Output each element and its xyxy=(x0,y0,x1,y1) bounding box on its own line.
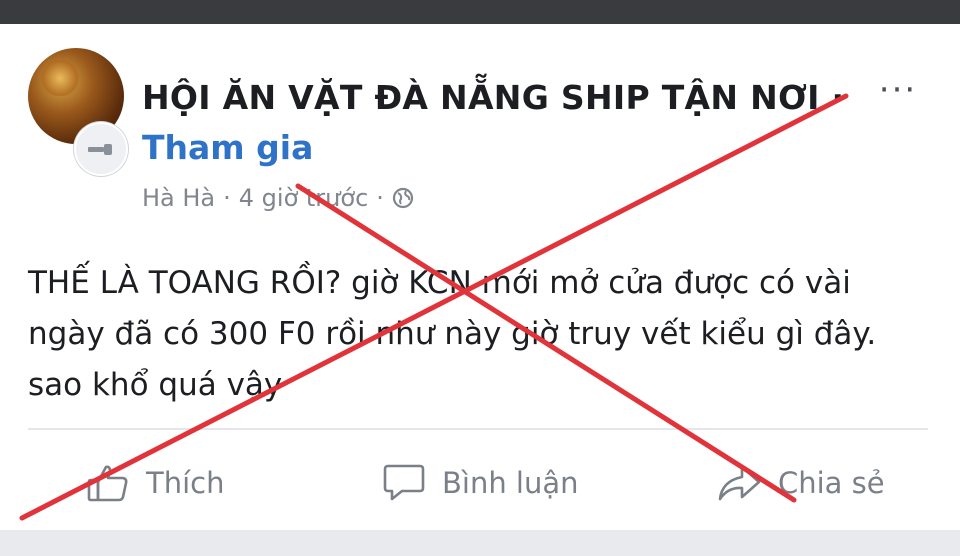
comment-label: Bình luận xyxy=(442,466,579,500)
meta-separator: · xyxy=(223,184,231,212)
actions-divider xyxy=(28,428,928,430)
comment-icon xyxy=(383,464,425,501)
comment-button[interactable]: Bình luận xyxy=(382,458,579,508)
group-badge xyxy=(74,122,128,176)
group-icon xyxy=(88,144,112,155)
thumbs-up-icon xyxy=(87,465,128,502)
more-options-button[interactable]: ··· xyxy=(874,70,922,110)
group-name-link[interactable]: HỘI ĂN VẶT ĐÀ NẴNG SHIP TẬN NƠI · xyxy=(142,78,844,117)
share-arrow-icon xyxy=(718,465,761,501)
join-group-link[interactable]: Tham gia xyxy=(142,128,313,167)
post-body: THẾ LÀ TOANG RỒI? giờ KCN mới mở cửa đượ… xyxy=(28,265,877,403)
share-button[interactable]: Chia sẻ xyxy=(716,458,885,508)
like-button[interactable]: Thích xyxy=(86,458,224,508)
share-label: Chia sẻ xyxy=(778,466,885,500)
author-name[interactable]: Hà Hà xyxy=(142,184,215,212)
post-timestamp[interactable]: 4 giờ trước xyxy=(239,184,368,212)
like-label: Thích xyxy=(146,466,225,500)
meta-separator-2: · xyxy=(376,184,384,212)
globe-icon xyxy=(392,187,414,209)
post-meta: Hà Hà · 4 giờ trước · xyxy=(142,184,414,212)
screen-top-bar xyxy=(0,0,960,24)
feed-gap xyxy=(0,530,960,556)
